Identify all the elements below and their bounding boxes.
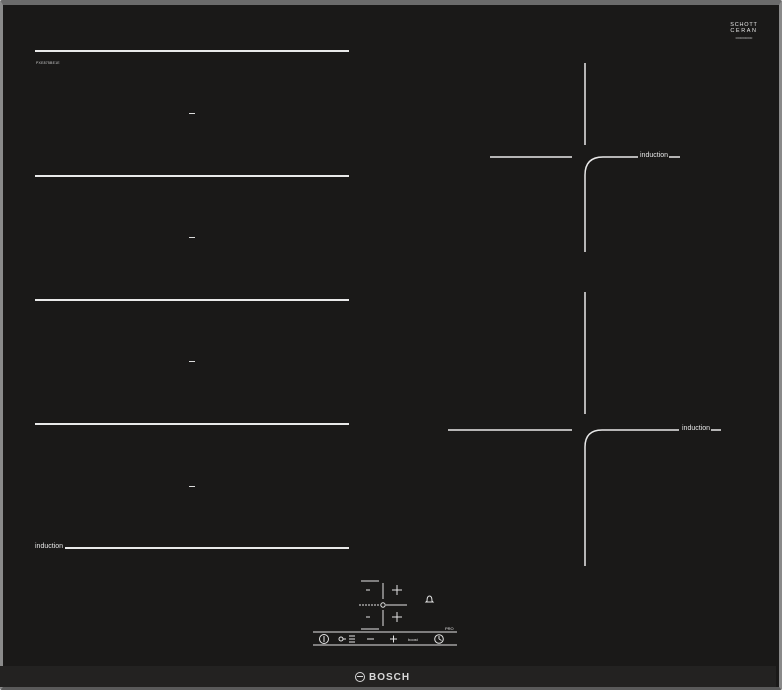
control-panel	[313, 580, 457, 646]
bosch-armature-icon	[355, 672, 365, 682]
bosch-logo: BOSCH	[355, 670, 410, 684]
bell-icon	[424, 595, 435, 603]
zone-select-knob	[380, 602, 386, 608]
pro-tag: PRO	[445, 626, 454, 631]
boost-label[interactable]: boost	[408, 637, 418, 642]
child-lock-icon	[338, 636, 344, 642]
brand-name: BOSCH	[369, 671, 411, 683]
